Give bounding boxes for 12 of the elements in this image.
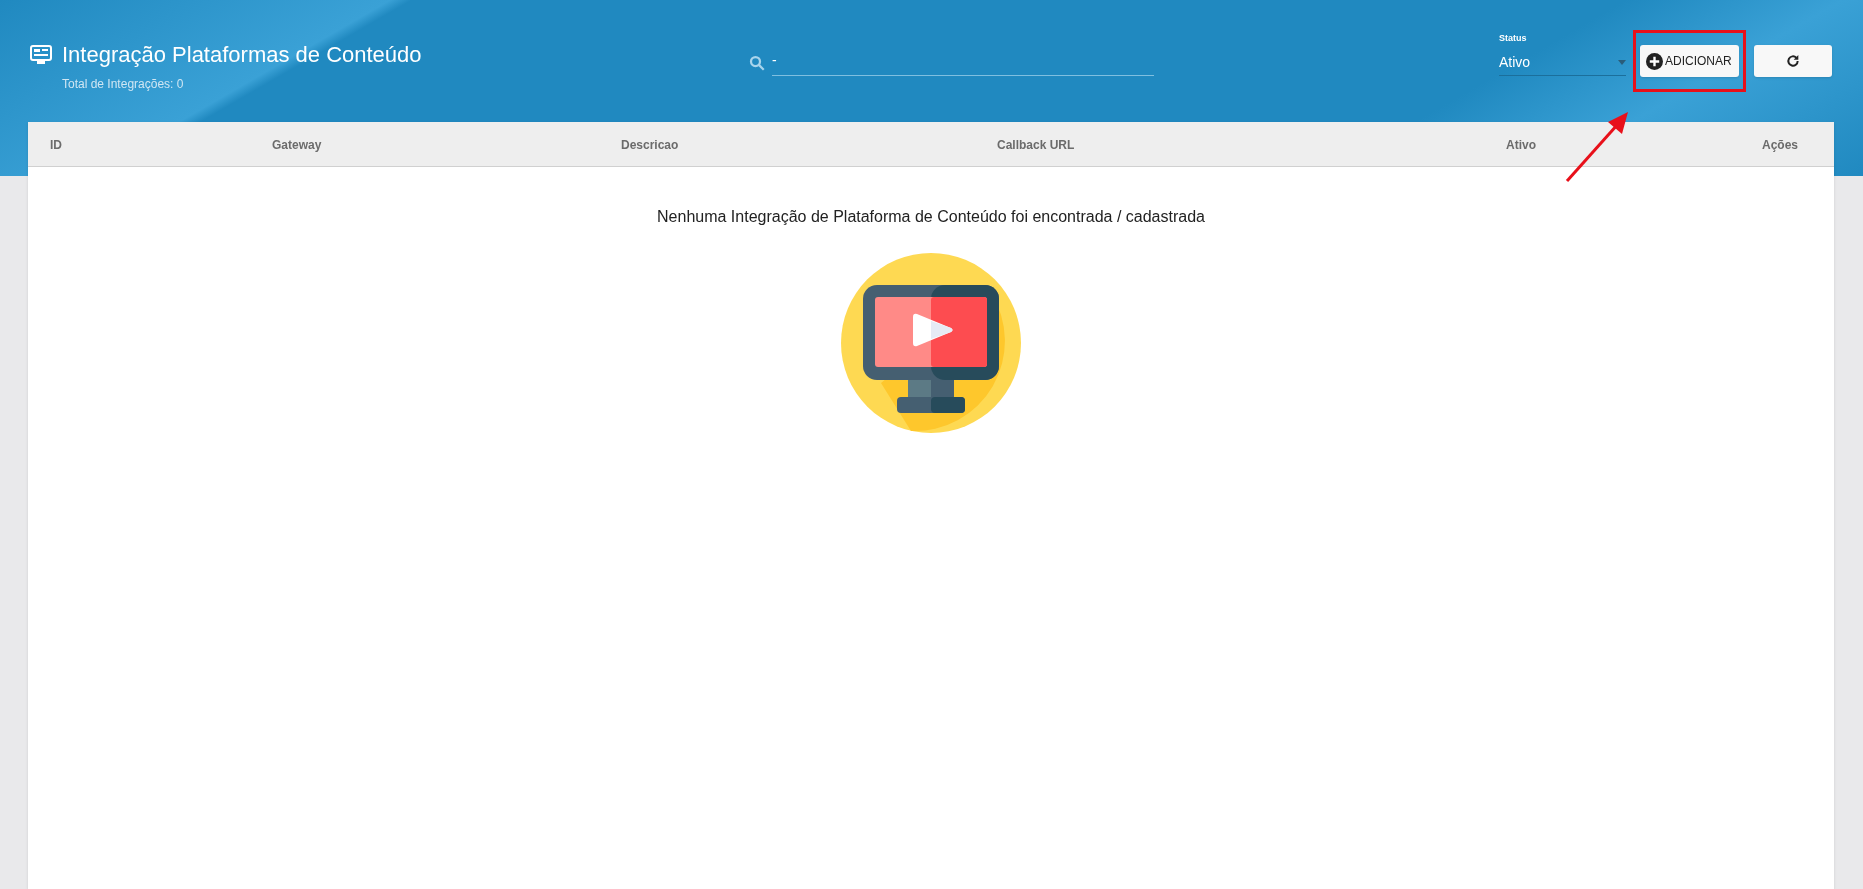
column-header: Callback URL <box>997 138 1075 152</box>
column-header: Ações <box>1761 138 1798 152</box>
column-header: Gateway <box>272 138 322 152</box>
add-button[interactable]: ADICIONAR <box>1640 45 1739 77</box>
column-header: Ativo <box>1506 138 1536 152</box>
search-field[interactable]: - <box>772 50 1154 76</box>
empty-message: Nenhuma Integração de Plataforma de Conteúdo foi encontrada / cadastrada <box>657 207 1205 227</box>
total-count: Total de Integrações: 0 <box>62 76 185 93</box>
page-title: Integração Plataformas de Conteúdo <box>62 41 422 69</box>
column-header: ID <box>50 138 62 152</box>
status-select[interactable]: Status Ativo <box>1499 32 1626 76</box>
column-header: Descricao <box>621 138 679 152</box>
